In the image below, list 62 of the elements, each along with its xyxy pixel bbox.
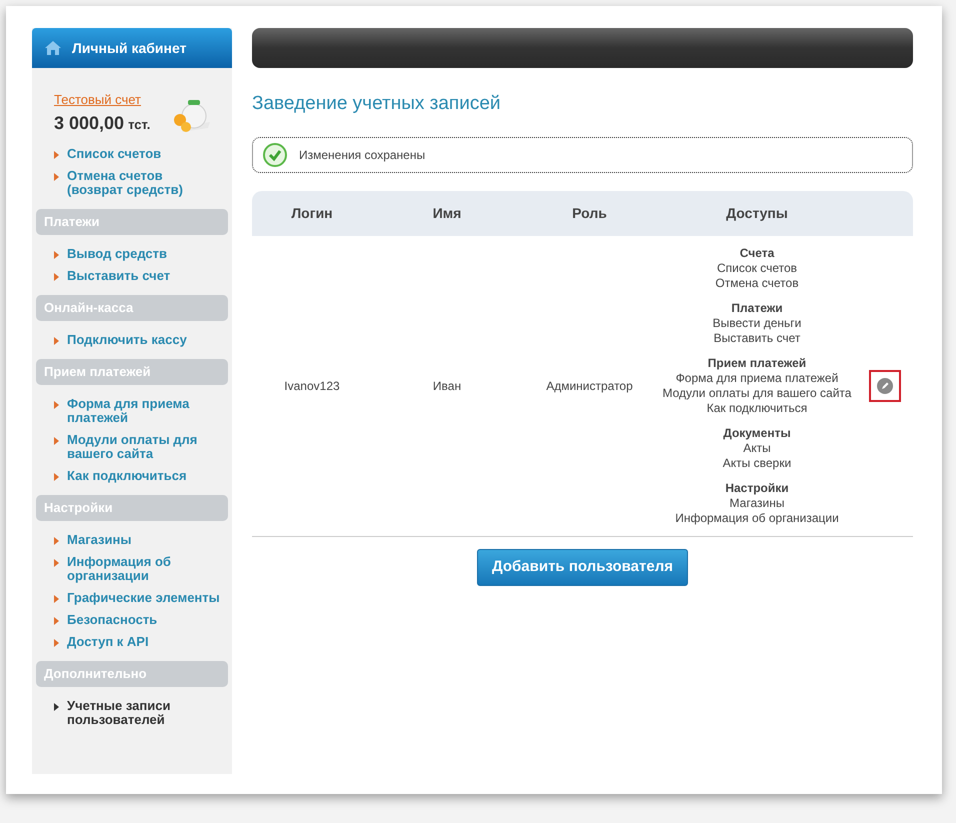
sidebar-link[interactable]: Модули оплаты для вашего сайта <box>67 433 222 461</box>
bullet-arrow-icon <box>54 639 59 647</box>
sidebar-link[interactable]: Безопасность <box>67 613 158 627</box>
access-item: Акты сверки <box>722 456 792 470</box>
access-item: Модули оплаты для вашего сайта <box>662 386 852 400</box>
table-cell-text: Иван <box>432 378 462 394</box>
sidebar-link[interactable]: Как подключиться <box>67 469 187 483</box>
bullet-arrow-icon <box>54 251 59 259</box>
access-item: Форма для приема платежей <box>676 370 838 386</box>
sidebar-link[interactable]: Форма для приема платежей <box>67 397 222 425</box>
access-item: Как подключиться <box>706 400 808 416</box>
access-group-title: Прием платежей <box>708 356 806 370</box>
home-icon <box>44 40 62 56</box>
column-header: Доступы <box>726 204 788 223</box>
column-header: Имя <box>432 204 462 222</box>
bullet-arrow-icon <box>54 401 59 409</box>
bullet-arrow-icon <box>54 595 59 603</box>
access-item: Информация об организации <box>675 510 839 526</box>
access-item: Магазины <box>730 496 784 510</box>
column-header: Логин <box>291 204 333 222</box>
access-group-title: Платежи <box>731 300 783 316</box>
sidebar-link[interactable]: Графические элементы <box>67 591 220 605</box>
sidebar-title: Личный кабинет <box>72 38 186 58</box>
sidebar-link[interactable]: Магазины <box>67 533 132 547</box>
sidebar-link[interactable]: Отмена счетов (возврат средств) <box>67 169 222 197</box>
balance-amount: 3 000,00 <box>54 112 124 135</box>
access-group-title: Счета <box>740 246 774 260</box>
access-item: Акты <box>743 440 771 456</box>
access-item: Вывести деньги <box>712 316 802 330</box>
table-cell-text: Администратор <box>546 378 633 394</box>
balance-currency: тст. <box>128 116 150 134</box>
access-item: Выставить счет <box>714 330 800 346</box>
access-item: Отмена счетов <box>715 276 799 290</box>
add-user-button[interactable]: Добавить пользователя <box>477 548 688 586</box>
bullet-arrow-icon <box>54 173 59 181</box>
bullet-arrow-icon <box>54 473 59 481</box>
access-item: Список счетов <box>716 260 798 276</box>
table-cell-text: Ivanov123 <box>284 378 340 394</box>
bullet-arrow-icon <box>54 437 59 445</box>
sidebar-link[interactable]: Информация об организации <box>67 555 222 583</box>
bullet-arrow-icon <box>54 703 59 711</box>
sidebar-link[interactable]: Подключить кассу <box>67 333 187 347</box>
pencil-icon <box>877 378 893 394</box>
access-group-title: Настройки <box>725 480 789 496</box>
column-header: Роль <box>572 204 607 222</box>
sidebar-link[interactable]: Доступ к API <box>67 635 149 649</box>
sidebar-link[interactable]: Список счетов <box>67 147 162 161</box>
bullet-arrow-icon <box>54 537 59 545</box>
sidebar-link[interactable]: Вывод средств <box>67 247 168 261</box>
access-group-title: Документы <box>723 426 791 440</box>
bullet-arrow-icon <box>54 151 59 159</box>
account-link[interactable]: Тестовый счет <box>54 92 150 108</box>
bullet-arrow-icon <box>54 559 59 567</box>
bullet-arrow-icon <box>54 273 59 281</box>
page-title: Заведение учетных записей <box>252 92 502 116</box>
bullet-arrow-icon <box>54 337 59 345</box>
sidebar-link[interactable]: Выставить счет <box>67 269 170 283</box>
sidebar-link[interactable]: Учетные записи пользователей <box>67 699 222 727</box>
notice-text: Изменения сохранены <box>299 146 426 164</box>
bullet-arrow-icon <box>54 617 59 625</box>
edit-button[interactable] <box>869 370 901 402</box>
check-icon <box>263 142 287 166</box>
